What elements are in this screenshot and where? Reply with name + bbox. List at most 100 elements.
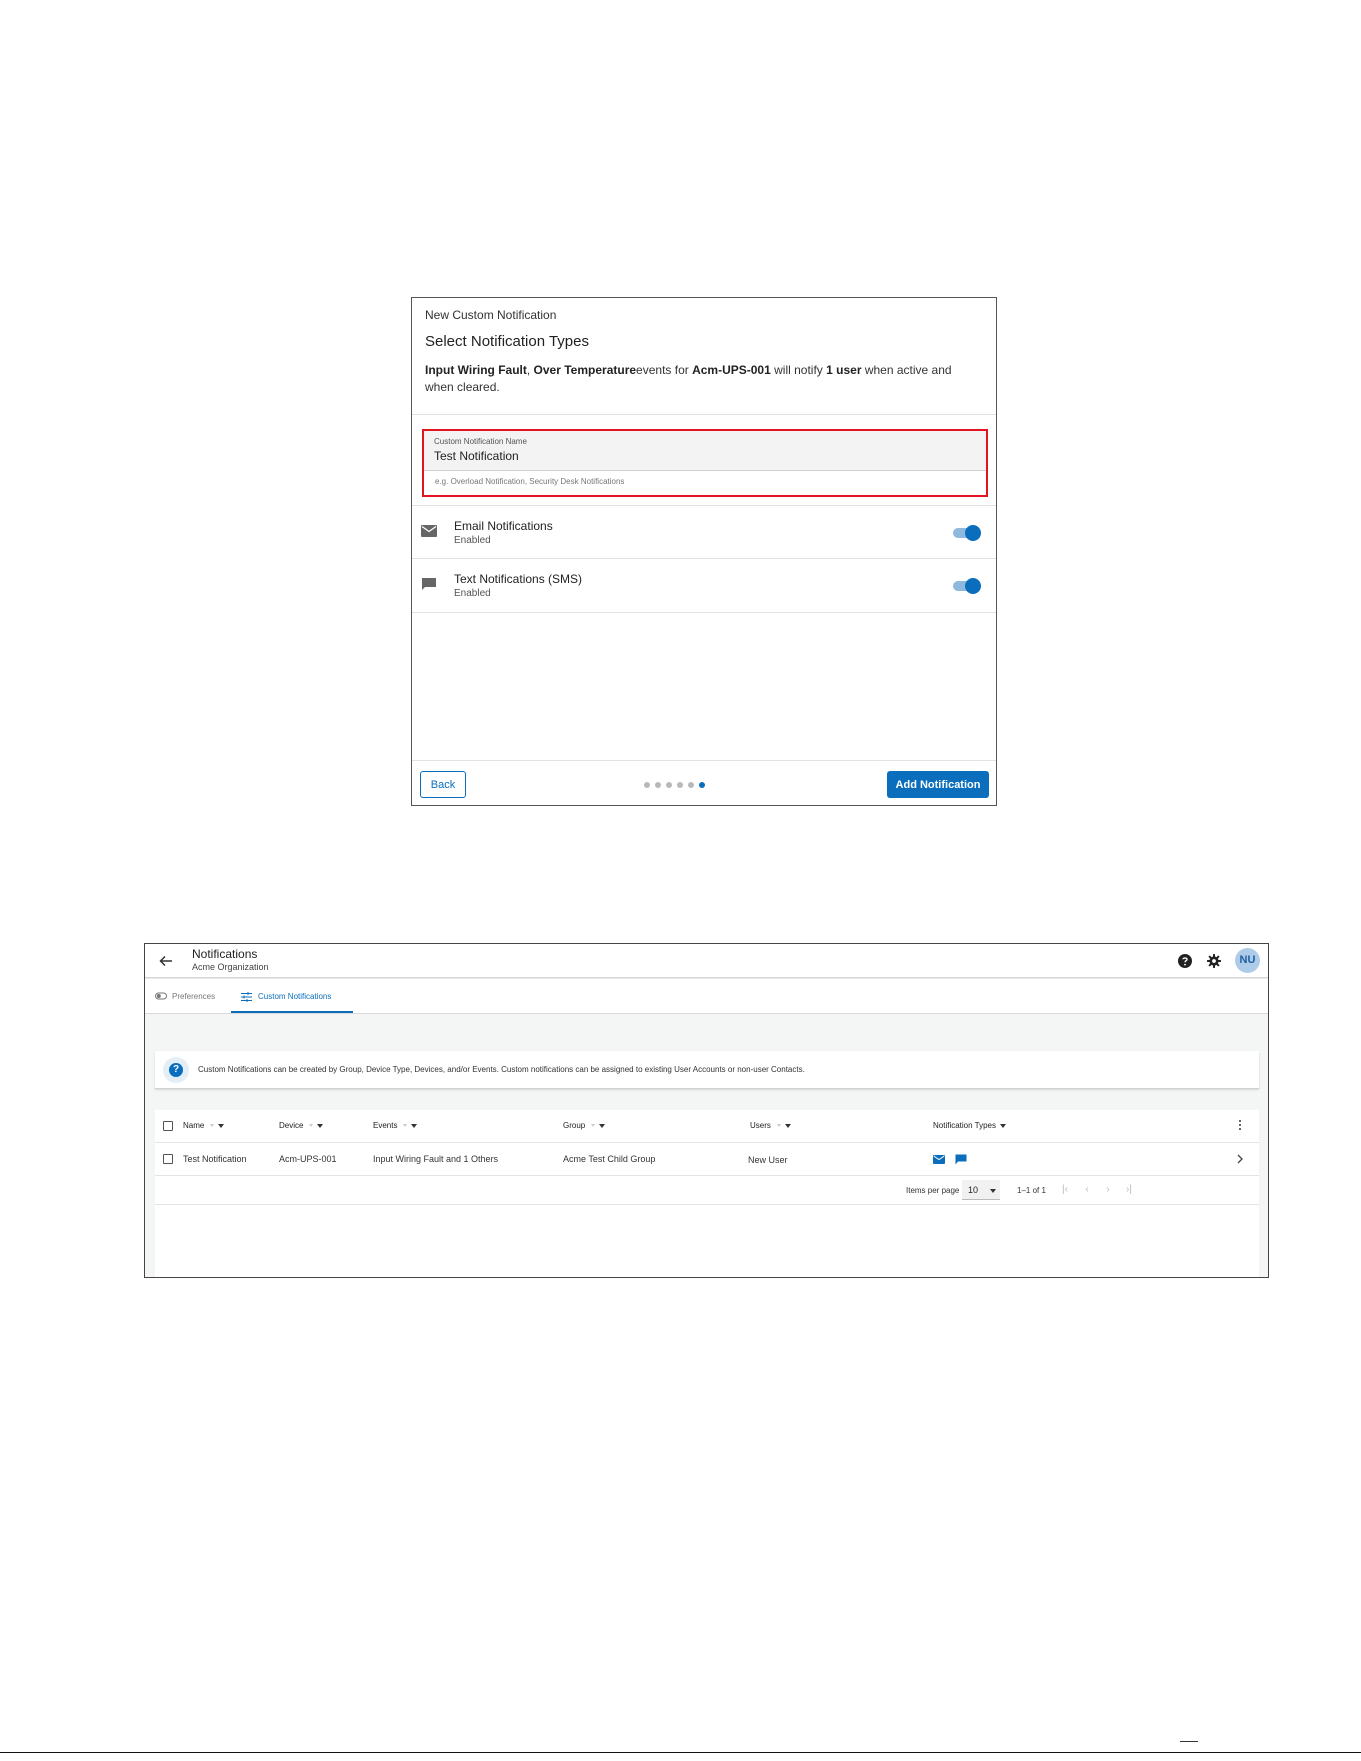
step-dot [644, 782, 650, 788]
cell-device: Acm-UPS-001 [279, 1154, 337, 1164]
question-icon: ? [169, 1063, 183, 1077]
toggle-knob [965, 578, 981, 594]
summary-device: Acm-UPS-001 [692, 363, 771, 377]
column-events-label: Events [373, 1121, 398, 1130]
select-all-checkbox[interactable] [163, 1121, 173, 1131]
chat-icon [955, 1154, 967, 1165]
sort-arrow-icon [591, 1124, 596, 1128]
column-device-label: Device [279, 1121, 304, 1130]
filter-caret-icon[interactable] [317, 1123, 324, 1128]
dialog-footer: Back Add Notification [412, 760, 996, 805]
back-button[interactable]: Back [420, 771, 466, 798]
sort-arrow-icon [210, 1124, 215, 1128]
email-notifications-title: Email Notifications [454, 519, 553, 533]
cell-users: New User [748, 1155, 788, 1165]
app-bar: Notifications Acme Organization NU [145, 944, 1268, 978]
tab-custom-notifications[interactable]: Custom Notifications [231, 979, 353, 1013]
step-dot [699, 782, 705, 788]
footer-mark [1180, 1741, 1198, 1742]
cell-events: Input Wiring Fault and 1 Others [373, 1154, 499, 1164]
text-notifications-status: Enabled [454, 588, 491, 599]
column-notification-types-label: Notification Types [933, 1121, 996, 1130]
tab-bar: Preferences Custom Notifications [145, 979, 1268, 1014]
cell-name: Test Notification [183, 1154, 247, 1164]
items-per-page-value: 10 [968, 1185, 979, 1195]
column-header-events[interactable]: Events [373, 1110, 418, 1142]
sliders-icon [241, 992, 252, 1002]
email-notifications-toggle[interactable] [953, 525, 981, 541]
page-range: 1–1 of 1 [1017, 1186, 1046, 1195]
info-banner: ? Custom Notifications can be created by… [155, 1051, 1259, 1089]
info-text: Custom Notifications can be created by G… [198, 1065, 805, 1074]
row-checkbox[interactable] [163, 1154, 173, 1164]
sort-arrow-icon [403, 1124, 408, 1128]
step-dot [677, 782, 683, 788]
more-options-icon[interactable] [1238, 1120, 1242, 1132]
custom-notifications-table: Name Device Events Group Users Notificat… [155, 1110, 1259, 1277]
column-header-users[interactable]: Users [750, 1110, 791, 1142]
step-dot [655, 782, 661, 788]
chat-icon [422, 578, 436, 590]
table-row[interactable]: Test Notification Acm-UPS-001 Input Wiri… [155, 1143, 1259, 1176]
first-page-icon[interactable]: |‹ [1058, 1183, 1072, 1197]
chevron-down-icon [990, 1189, 996, 1193]
help-icon[interactable] [1178, 954, 1192, 968]
email-notifications-status: Enabled [454, 535, 491, 546]
tab-preferences-label: Preferences [172, 992, 216, 1001]
cell-group: Acme Test Child Group [563, 1154, 656, 1164]
dialog-summary: Input Wiring Fault, Over Temperatureeven… [425, 362, 983, 396]
summary-text-1: events for [636, 363, 693, 377]
previous-page-icon[interactable]: ‹ [1080, 1183, 1094, 1197]
page-title: Notifications [192, 947, 258, 961]
tab-preferences[interactable]: Preferences [155, 979, 221, 1013]
toggle-icon [155, 992, 167, 1000]
user-avatar[interactable]: NU [1235, 948, 1260, 973]
next-page-icon[interactable]: › [1101, 1183, 1115, 1197]
column-users-label: Users [750, 1121, 771, 1130]
text-notifications-toggle[interactable] [953, 578, 981, 594]
column-group-label: Group [563, 1121, 586, 1130]
add-notification-button[interactable]: Add Notification [887, 771, 989, 798]
filter-caret-icon[interactable] [599, 1123, 606, 1128]
text-notifications-title: Text Notifications (SMS) [454, 572, 583, 586]
column-header-name[interactable]: Name [183, 1110, 225, 1142]
items-per-page-label: Items per page [906, 1186, 960, 1195]
last-page-icon[interactable]: ›| [1122, 1183, 1136, 1197]
items-per-page-select[interactable]: 10 [962, 1180, 1000, 1200]
table-header: Name Device Events Group Users Notificat… [155, 1110, 1259, 1143]
dialog-subtitle: New Custom Notification [425, 308, 557, 322]
mail-icon [933, 1155, 945, 1164]
gear-icon[interactable] [1207, 954, 1221, 968]
step-dot [666, 782, 672, 788]
sort-arrow-icon [776, 1124, 781, 1128]
summary-event-1: Input Wiring Fault [425, 363, 527, 377]
custom-notification-name-field: Custom Notification Name e.g. Overload N… [422, 429, 988, 497]
filter-caret-icon[interactable] [411, 1123, 418, 1128]
paginator: Items per page 10 1–1 of 1 |‹ ‹ › ›| [155, 1176, 1259, 1205]
back-arrow-icon[interactable] [158, 953, 174, 969]
chevron-right-icon[interactable] [1235, 1153, 1245, 1165]
summary-event-2: Over Temperature [533, 363, 637, 377]
filter-caret-icon[interactable] [784, 1123, 791, 1128]
toggle-knob [965, 525, 981, 541]
filter-caret-icon[interactable] [1000, 1123, 1006, 1128]
sort-arrow-icon [309, 1124, 314, 1128]
dialog-header: New Custom Notification Select Notificat… [412, 298, 996, 415]
name-field-input[interactable] [434, 449, 976, 463]
column-header-notification-types[interactable]: Notification Types [933, 1110, 1006, 1142]
column-header-group[interactable]: Group [563, 1110, 606, 1142]
new-custom-notification-dialog: New Custom Notification Select Notificat… [411, 297, 997, 806]
footer-rule [0, 1752, 1361, 1753]
text-notifications-row: Text Notifications (SMS) Enabled [412, 559, 996, 613]
name-field-label: Custom Notification Name [434, 437, 527, 446]
notifications-page: Notifications Acme Organization NU Prefe… [144, 943, 1269, 1278]
column-name-label: Name [183, 1121, 205, 1130]
summary-text-2: will notify [770, 363, 827, 377]
organization-name: Acme Organization [192, 962, 269, 972]
tab-custom-notifications-label: Custom Notifications [258, 992, 332, 1001]
name-field-hint: e.g. Overload Notification, Security Des… [435, 477, 625, 486]
step-dot [688, 782, 694, 788]
column-header-device[interactable]: Device [279, 1110, 324, 1142]
name-field-box[interactable]: Custom Notification Name [424, 431, 986, 471]
filter-caret-icon[interactable] [218, 1123, 225, 1128]
